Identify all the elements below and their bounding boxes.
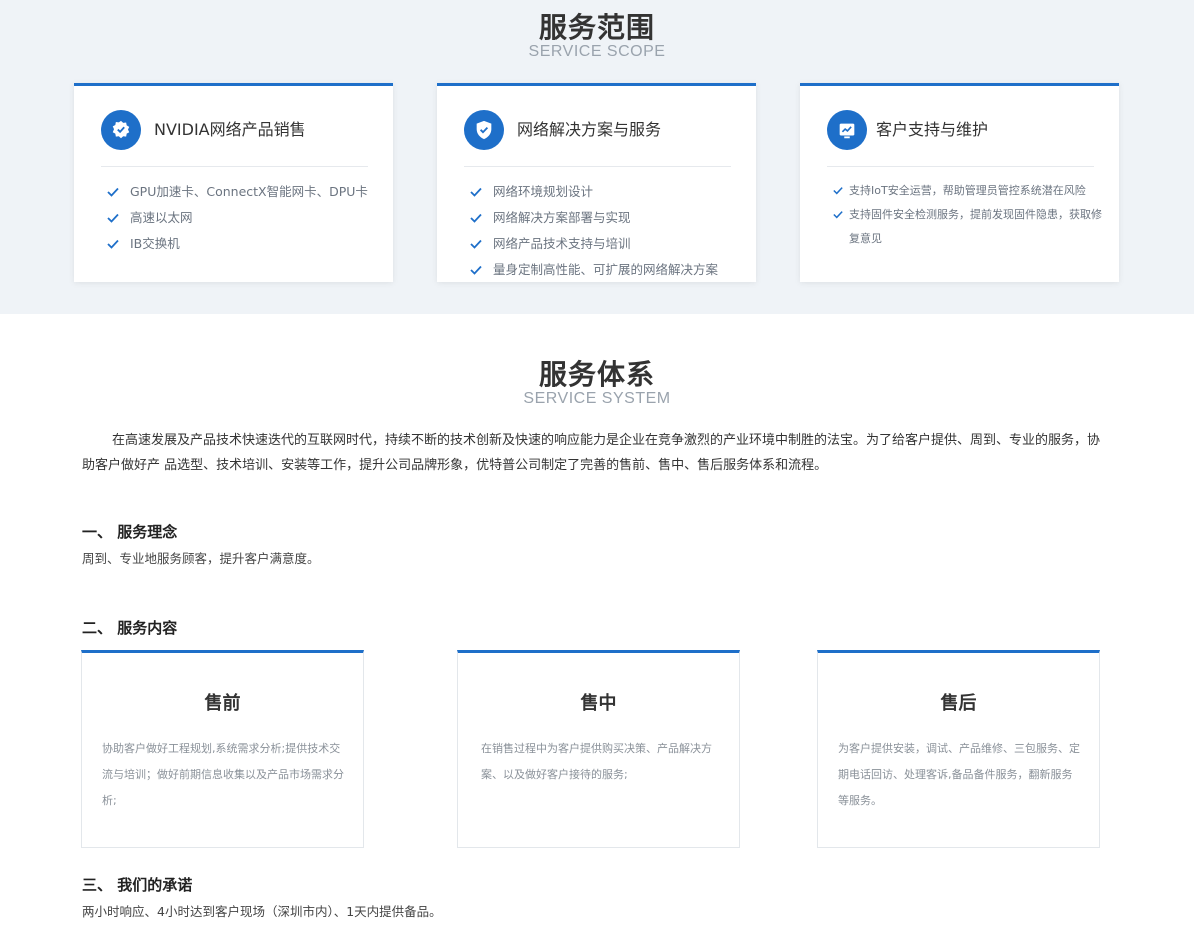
philosophy-heading: 一、 服务理念 [82, 523, 178, 541]
list-item: 网络环境规划设计 [470, 179, 746, 205]
shield-check-icon [464, 110, 504, 150]
stage-title: 售中 [580, 693, 617, 714]
badge-check-icon [101, 110, 141, 150]
list-item: 高速以太网 [107, 205, 383, 231]
divider [827, 166, 1094, 167]
check-icon [833, 187, 843, 195]
check-icon [107, 239, 119, 249]
scope-subtitle: SERVICE SCOPE [528, 43, 666, 60]
stage-title: 售前 [204, 693, 241, 714]
stage-text: 在销售过程中为客户提供购买决策、产品解决方案、以及做好客户接待的服务; [481, 742, 712, 781]
stage-text: 协助客户做好工程规划,系统需求分析;提供技术交流与培训；做好前期信息收集以及产品… [102, 742, 344, 807]
check-icon [470, 239, 482, 249]
list-item: 支持IoT安全运营，帮助管理员管控系统潜在风险 [833, 179, 1109, 203]
scope-item-list: GPU加速卡、ConnectX智能网卡、DPU卡 高速以太网 IB交换机 [107, 179, 383, 257]
philosophy-text: 周到、专业地服务顾客，提升客户满意度。 [82, 551, 320, 566]
scope-item-list: 支持IoT安全运营，帮助管理员管控系统潜在风险 支持固件安全检测服务，提前发现固… [833, 179, 1109, 251]
check-icon [470, 265, 482, 275]
scope-card-network-solutions: 网络解决方案与服务 网络环境规划设计 网络解决方案部署与实现 网络产品技术支持与… [437, 83, 756, 282]
scope-title: 服务范围 [538, 11, 655, 44]
stage-text: 为客户提供安装，调试、产品维修、三包服务、定期电话回访、处理客诉,备品备件服务，… [838, 742, 1080, 807]
scope-card-customer-support: 客户支持与维护 支持IoT安全运营，帮助管理员管控系统潜在风险 支持固件安全检测… [800, 83, 1119, 282]
divider [101, 166, 368, 167]
check-icon [470, 213, 482, 223]
check-icon [107, 187, 119, 197]
system-intro: 在高速发展及产品技术快速迭代的互联网时代，持续不断的技术创新及快速的响应能力是企… [82, 433, 1101, 473]
stage-card-after-sale: 售后 为客户提供安装，调试、产品维修、三包服务、定期电话回访、处理客诉,备品备件… [817, 650, 1100, 848]
scope-item-list: 网络环境规划设计 网络解决方案部署与实现 网络产品技术支持与培训 量身定制高性能… [470, 179, 746, 283]
check-icon [833, 211, 843, 219]
stage-title: 售后 [940, 693, 977, 714]
check-icon [470, 187, 482, 197]
scope-card-title: 网络解决方案与服务 [517, 120, 662, 139]
list-item: 网络解决方案部署与实现 [470, 205, 746, 231]
check-icon [107, 213, 119, 223]
list-item: 量身定制高性能、可扩展的网络解决方案 [470, 257, 746, 283]
promise-heading: 三、 我们的承诺 [82, 876, 193, 894]
list-item: 网络产品技术支持与培训 [470, 231, 746, 257]
promise-text: 两小时响应、4小时达到客户现场（深圳市内）、1天内提供备品。 [82, 904, 442, 919]
scope-card-nvidia-sales: NVIDIA网络产品销售 GPU加速卡、ConnectX智能网卡、DPU卡 高速… [74, 83, 393, 282]
scope-card-title: NVIDIA网络产品销售 [154, 120, 306, 139]
stage-card-pre-sale: 售前 协助客户做好工程规划,系统需求分析;提供技术交流与培训；做好前期信息收集以… [81, 650, 364, 848]
divider [464, 166, 731, 167]
system-subtitle: SERVICE SYSTEM [523, 390, 671, 407]
trend-chart-icon [827, 110, 867, 150]
list-item: IB交换机 [107, 231, 383, 257]
list-item: GPU加速卡、ConnectX智能网卡、DPU卡 [107, 179, 383, 205]
scope-card-title: 客户支持与维护 [876, 120, 989, 139]
content-heading: 二、 服务内容 [82, 619, 178, 637]
system-title: 服务体系 [538, 358, 655, 391]
stage-card-in-sale: 售中 在销售过程中为客户提供购买决策、产品解决方案、以及做好客户接待的服务; [457, 650, 740, 848]
list-item: 支持固件安全检测服务，提前发现固件隐患，获取修复意见 [833, 203, 1109, 251]
